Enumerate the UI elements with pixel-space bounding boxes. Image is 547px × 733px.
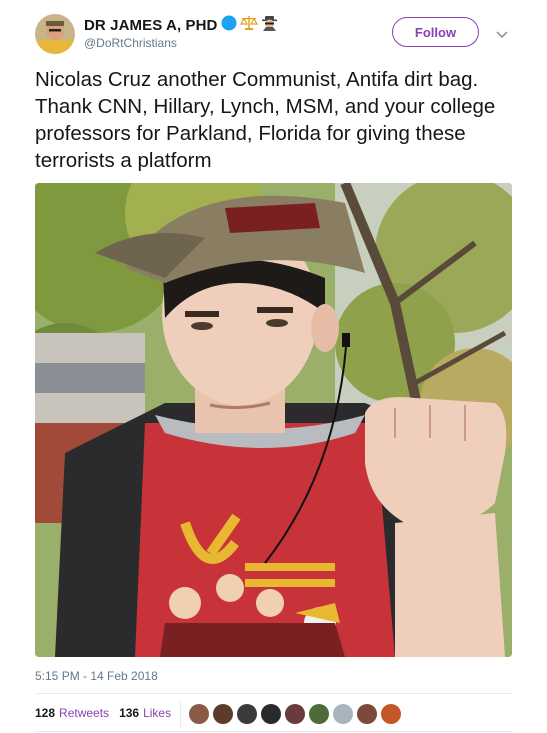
verified-badge-icon [221, 15, 237, 36]
tweet-card: DR JAMES A, PHD @DoRtChristians Follow N… [0, 0, 547, 733]
retweets-count[interactable]: 128 [35, 706, 55, 720]
divider [35, 693, 512, 694]
name-row[interactable]: DR JAMES A, PHD [84, 15, 278, 36]
tweet-timestamp[interactable]: 5:15 PM - 14 Feb 2018 [35, 669, 158, 683]
scales-icon [240, 15, 259, 36]
liker-avatar[interactable] [333, 704, 353, 724]
divider [35, 731, 512, 732]
liker-avatar[interactable] [237, 704, 257, 724]
liker-avatar[interactable] [213, 704, 233, 724]
engagement-stats: 128 Retweets 136 Likes [35, 706, 181, 720]
avatar[interactable] [35, 14, 75, 54]
tweet-photo[interactable] [35, 183, 512, 657]
stats-separator [180, 700, 181, 728]
liker-avatars [189, 704, 405, 724]
chevron-down-icon[interactable] [496, 26, 508, 44]
liker-avatar[interactable] [357, 704, 377, 724]
liker-avatar[interactable] [381, 704, 401, 724]
spy-icon [261, 15, 278, 36]
display-name[interactable]: DR JAMES A, PHD [84, 17, 217, 34]
liker-avatar[interactable] [189, 704, 209, 724]
likes-label[interactable]: Likes [143, 706, 171, 720]
liker-avatar[interactable] [261, 704, 281, 724]
user-handle[interactable]: @DoRtChristians [84, 36, 177, 50]
follow-button[interactable]: Follow [392, 17, 479, 47]
liker-avatar[interactable] [309, 704, 329, 724]
tweet-text: Nicolas Cruz another Communist, Antifa d… [35, 68, 496, 172]
likes-count[interactable]: 136 [119, 706, 139, 720]
liker-avatar[interactable] [285, 704, 305, 724]
retweets-label[interactable]: Retweets [59, 706, 109, 720]
